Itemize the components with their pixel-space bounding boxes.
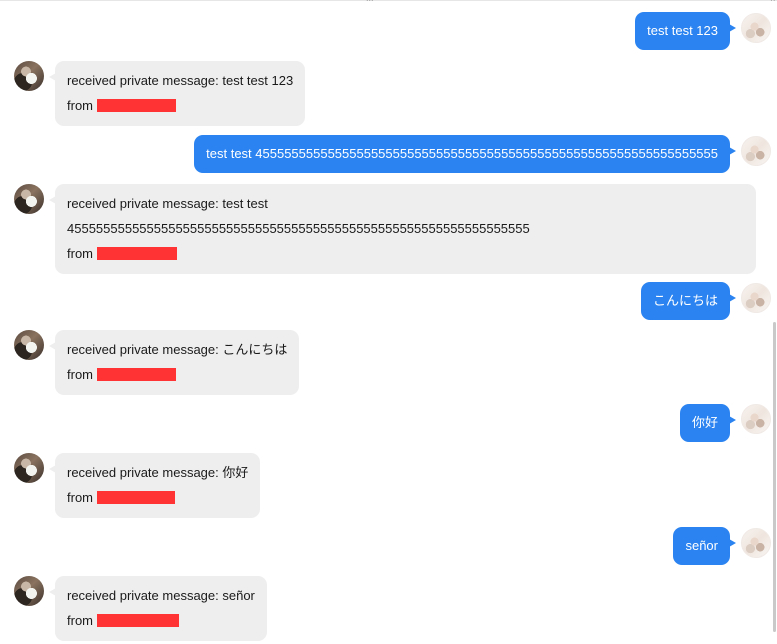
from-label: from [67, 367, 93, 382]
received-message-line: 4555555555555555555555555555555555555555… [67, 216, 744, 241]
received-message-line: received private message: 你好 [67, 453, 248, 485]
message-prefix: received private message: [67, 342, 223, 357]
sender-avatar[interactable] [14, 61, 44, 91]
sent-message-bubble: señor [673, 527, 736, 565]
message-text: 你好 [222, 465, 249, 480]
sent-message-bubble: test test 455555555555555555555555555555… [194, 135, 736, 173]
timestamp-fragment: ... [366, 0, 374, 3]
received-message-bubble: received private message: 你好 from [48, 453, 261, 518]
from-row: from [67, 362, 287, 395]
message-prefix: received private message: [67, 588, 223, 603]
redacted-sender-name [97, 491, 175, 505]
own-avatar [741, 528, 771, 558]
scrollbar[interactable] [773, 322, 776, 632]
message-text-continued: 4555555555555555555555555555555555555555… [67, 221, 530, 236]
from-row: from [67, 608, 255, 641]
from-label: from [67, 98, 93, 113]
sender-avatar[interactable] [14, 330, 44, 360]
sent-message-text: test test 123 [647, 23, 718, 38]
own-avatar [741, 13, 771, 43]
message-text: test test 123 [222, 73, 294, 88]
redacted-sender-name [97, 99, 176, 113]
sender-avatar[interactable] [14, 576, 44, 606]
received-message-bubble: received private message: test test 123 … [48, 61, 306, 126]
from-row: from [67, 241, 744, 274]
own-avatar [741, 283, 771, 313]
from-label: from [67, 246, 93, 261]
scroll-up-icon[interactable]: ⌃ [769, 0, 777, 8]
from-row: from [67, 93, 293, 126]
redacted-sender-name [97, 247, 177, 261]
sent-message-bubble: test test 123 [635, 12, 736, 50]
sender-avatar[interactable] [14, 184, 44, 214]
redacted-sender-name [97, 368, 176, 382]
received-message-bubble: received private message: test test 4555… [49, 184, 756, 274]
sent-message-text: test test 455555555555555555555555555555… [206, 146, 718, 161]
message-text: test test [222, 196, 268, 211]
from-row: from [67, 485, 248, 518]
received-message-line: received private message: こんにちは [67, 330, 287, 362]
received-message-line: received private message: test test 123 [67, 61, 293, 93]
redacted-sender-name [97, 614, 179, 628]
message-prefix: received private message: [67, 196, 223, 211]
own-avatar [741, 136, 771, 166]
message-prefix: received private message: [67, 73, 223, 88]
message-text: señor [222, 588, 255, 603]
chat-window: ... ⌃ test test 123 received private mes… [0, 0, 777, 644]
received-message-bubble: received private message: こんにちは from [48, 330, 300, 395]
message-text: こんにちは [222, 342, 288, 357]
own-avatar [741, 404, 771, 434]
received-message-bubble: received private message: señor from [49, 576, 267, 641]
received-message-line: received private message: test test [67, 184, 744, 216]
received-message-line: received private message: señor [67, 576, 255, 608]
sender-avatar[interactable] [14, 453, 44, 483]
from-label: from [67, 490, 93, 505]
from-label: from [67, 613, 93, 628]
sent-message-text: 你好 [691, 415, 718, 430]
sent-message-bubble: こんにちは [640, 282, 737, 320]
sent-message-bubble: 你好 [679, 404, 737, 442]
top-divider [0, 0, 777, 1]
sent-message-text: こんにちは [652, 293, 718, 308]
message-prefix: received private message: [67, 465, 223, 480]
sent-message-text: señor [685, 538, 718, 553]
